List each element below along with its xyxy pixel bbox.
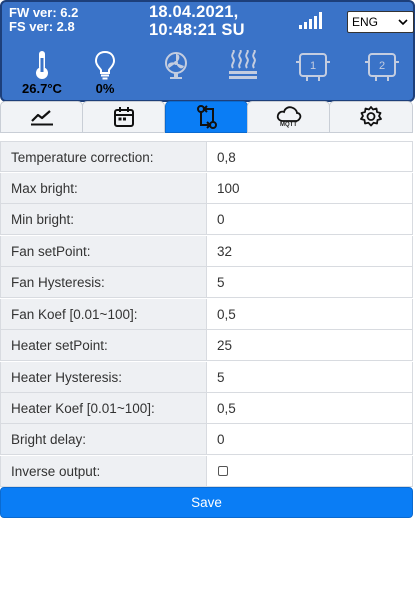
tab-charts[interactable] [0,101,83,133]
thermometer-icon [36,51,48,79]
fan-icon [165,52,187,79]
language-value: ENG [352,15,379,29]
heater-indicator [226,50,260,80]
fs-version: FS ver: 2.8 [9,19,75,34]
setting-label: Fan setPoint: [1,236,207,266]
setting-temperature-correction: Temperature correction: 0,8 [0,141,413,172]
setting-input[interactable]: 32 [217,244,232,259]
setting-input[interactable]: 5 [217,275,225,290]
setting-input[interactable]: 0,8 [217,150,236,165]
heater-icon [229,50,257,79]
relay-2-indicator: 2 [363,50,401,82]
setting-input[interactable]: 0,5 [217,307,236,322]
calendar-icon [113,107,134,127]
date: 18.04.2021, [149,3,239,21]
save-button[interactable]: Save [0,487,413,518]
setting-label: Fan Hysteresis: [1,267,207,297]
datetime: 18.04.2021, 10:48:21 SU [149,3,245,39]
setting-input[interactable]: 5 [217,370,225,385]
setting-fan-setpoint: Fan setPoint: 32 [0,236,413,267]
setting-label: Heater setPoint: [1,330,207,360]
cloud-icon [276,106,301,122]
version-info: FW ver: 6.2 FS ver: 2.8 [9,6,78,34]
setting-label: Min bright: [1,204,207,234]
svg-text:1: 1 [310,60,316,72]
setting-input[interactable]: 100 [217,181,240,196]
setting-input[interactable]: 0,5 [217,401,236,416]
setting-heater-hysteresis: Heater Hysteresis: 5 [0,362,413,393]
setting-min-bright: Min bright: 0 [0,204,413,235]
relay-1-icon: 1 [296,53,330,81]
setting-label: Fan Koef [0.01~100]: [1,299,207,329]
setting-fan-hysteresis: Fan Hysteresis: 5 [0,267,413,298]
tab-schedule[interactable] [82,101,165,133]
setting-bright-delay: Bright delay: 0 [0,424,413,455]
tab-bar: MQTT [0,101,415,134]
setting-inverse-output: Inverse output: [0,456,413,487]
svg-text:2: 2 [379,60,385,72]
setting-label: Max bright: [1,173,207,203]
relay-2-icon: 2 [365,53,399,81]
inverse-output-checkbox[interactable] [218,466,228,476]
lightbulb-icon [94,50,116,80]
chart-icon [30,110,53,126]
setting-heater-setpoint: Heater setPoint: 25 [0,330,413,361]
setting-input[interactable]: 0 [217,212,225,227]
setting-max-bright: Max bright: 100 [0,173,413,204]
time: 10:48:21 SU [149,21,245,39]
setting-input[interactable]: 0 [217,432,225,447]
mqtt-label: MQTT [280,122,297,128]
signal-strength-icon [299,12,322,29]
tab-settings[interactable] [329,101,413,133]
setting-label: Temperature correction: [1,142,207,171]
setting-label: Heater Koef [0.01~100]: [1,393,207,423]
language-select[interactable]: ENG [347,11,414,33]
fw-version: FW ver: 6.2 [9,5,79,20]
temperature-value: 26.7°C [22,81,62,96]
setting-input[interactable]: 25 [217,338,232,353]
control-routes-icon [196,105,217,129]
setting-label: Inverse output: [1,456,207,486]
setting-label: Heater Hysteresis: [1,362,207,392]
light-sensor: 0% [89,50,121,96]
setting-fan-koef: Fan Koef [0.01~100]: 0,5 [0,299,413,330]
temperature-sensor: 26.7°C [16,50,68,96]
setting-label: Bright delay: [1,424,207,454]
light-value: 0% [95,81,115,96]
setting-heater-koef: Heater Koef [0.01~100]: 0,5 [0,393,413,424]
chevron-down-icon [398,19,408,26]
tab-mqtt[interactable]: MQTT [247,101,330,133]
fan-indicator [161,50,191,80]
tab-control[interactable] [165,101,248,133]
status-header: FW ver: 6.2 FS ver: 2.8 18.04.2021, 10:4… [0,0,415,102]
relay-1-indicator: 1 [294,50,332,82]
gear-icon [360,106,382,127]
